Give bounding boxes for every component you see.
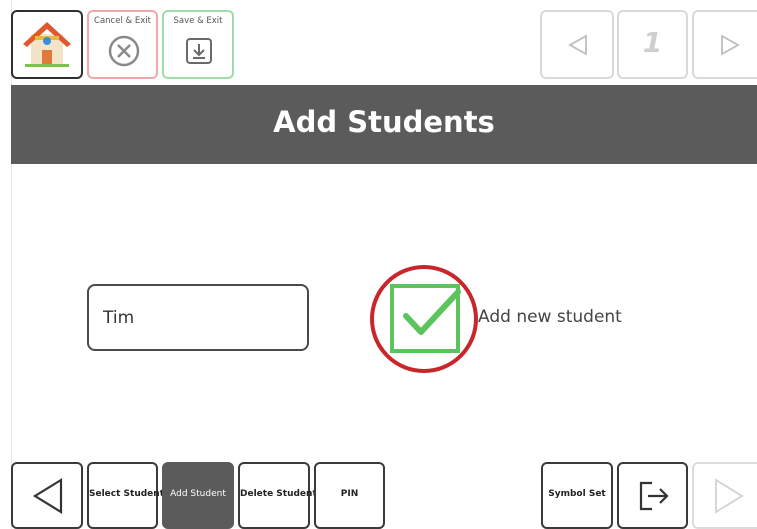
- triangle-left-icon: [568, 34, 587, 56]
- page-number: 1: [642, 26, 663, 59]
- cancel-exit-label: Cancel & Exit: [94, 16, 151, 26]
- exit-button[interactable]: [617, 462, 688, 529]
- symbol-set-label: Symbol Set: [548, 489, 606, 499]
- back-button[interactable]: [11, 462, 83, 529]
- pin-label: PIN: [340, 489, 359, 499]
- previous-page-button[interactable]: [540, 10, 614, 79]
- house-icon: [23, 22, 71, 67]
- page-title: Add Students: [273, 105, 495, 139]
- delete-student-button[interactable]: Delete Student: [238, 462, 317, 529]
- delete-student-label: Delete Student: [240, 489, 317, 499]
- next-page-button[interactable]: [692, 10, 757, 79]
- symbol-set-button[interactable]: Symbol Set: [541, 462, 613, 529]
- triangle-left-icon: [32, 478, 63, 514]
- cancel-exit-button[interactable]: Cancel & Exit: [87, 10, 158, 79]
- add-student-tab[interactable]: Add Student: [162, 462, 234, 529]
- pin-button[interactable]: PIN: [314, 462, 385, 529]
- select-student-button[interactable]: Select Student: [87, 462, 164, 529]
- checkbox-check-icon: [370, 265, 478, 373]
- save-exit-label: Save & Exit: [173, 16, 223, 26]
- title-banner: Add Students: [11, 85, 757, 164]
- triangle-right-icon: [715, 478, 744, 514]
- forward-button[interactable]: [692, 462, 757, 529]
- circle-x-icon: [108, 35, 140, 67]
- home-button[interactable]: [11, 10, 83, 79]
- triangle-right-icon: [721, 34, 740, 56]
- save-exit-button[interactable]: Save & Exit: [162, 10, 234, 79]
- add-new-student-button[interactable]: [370, 262, 479, 375]
- page-number-box: 1: [617, 10, 688, 79]
- save-download-icon: [186, 38, 212, 64]
- select-student-label: Select Student: [89, 489, 164, 499]
- add-new-student-label: Add new student: [478, 307, 622, 327]
- add-student-tab-label: Add Student: [170, 489, 226, 499]
- student-name-input[interactable]: [87, 284, 309, 351]
- frame-divider: [11, 0, 12, 529]
- exit-arrow-icon: [639, 481, 669, 511]
